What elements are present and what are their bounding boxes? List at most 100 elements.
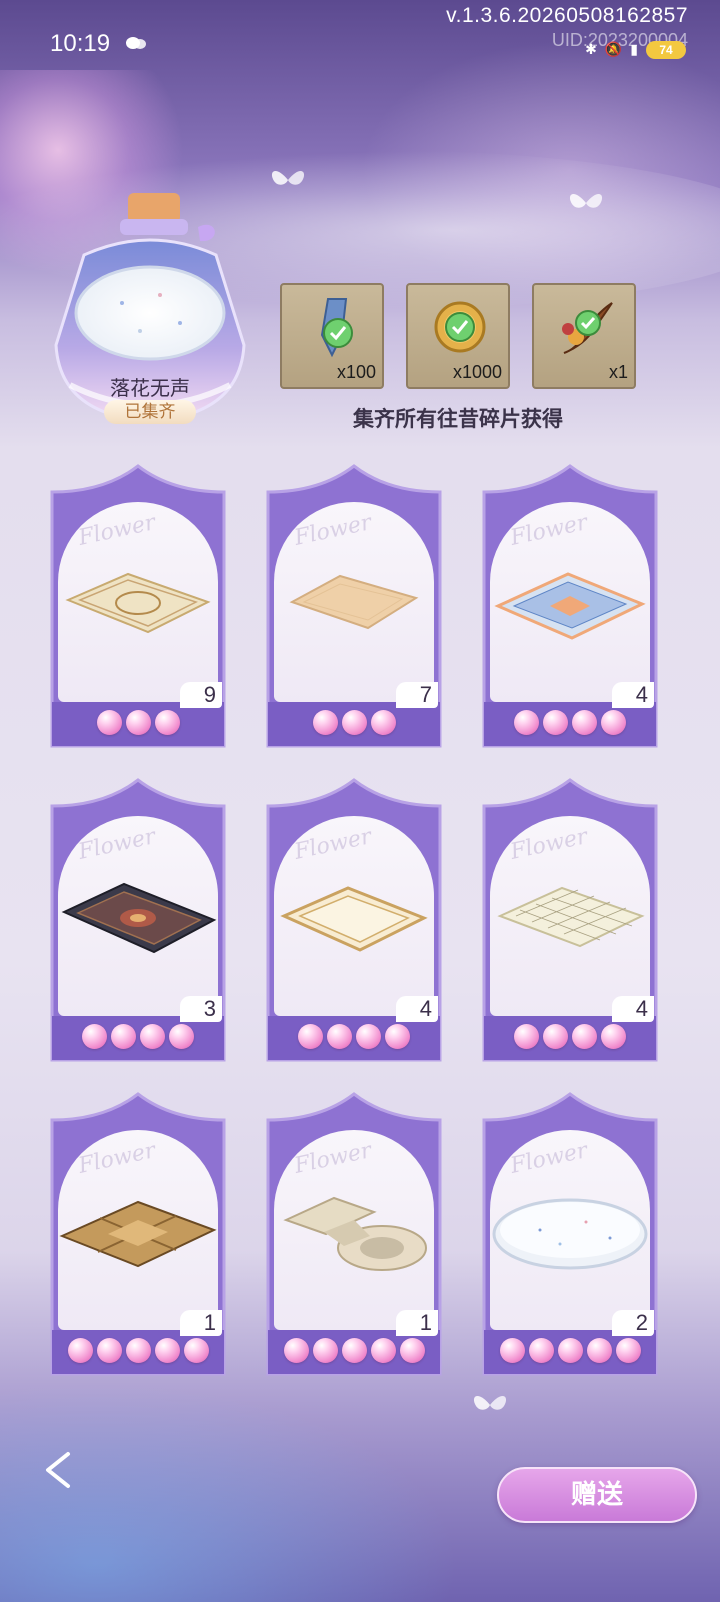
fragment-card[interactable]: Flower 1 <box>44 1090 232 1390</box>
card-art-area: Flower <box>274 1130 434 1330</box>
pearl-icon <box>601 1024 626 1049</box>
card-pearl-row <box>260 1024 448 1054</box>
rewards-caption: 集齐所有往昔碎片获得 <box>353 406 563 431</box>
card-count: 7 <box>396 682 438 708</box>
reward-slot-cornucopia[interactable]: x1 <box>532 283 636 389</box>
pearl-icon <box>572 1024 597 1049</box>
fragment-card[interactable]: Flower 9 <box>44 462 232 762</box>
card-pearl-row <box>44 710 232 740</box>
pearl-icon <box>356 1024 381 1049</box>
pearl-icon <box>154 710 180 735</box>
card-art-area: Flower <box>490 816 650 1016</box>
persian-dark-rug-icon <box>61 882 217 954</box>
reward-quantity: x100 <box>336 362 376 382</box>
card-art-area: Flower <box>274 502 434 702</box>
cornucopia-icon <box>562 302 613 354</box>
status-icons: ✱ 🔕 ▮ 74 <box>585 38 686 62</box>
fragment-card[interactable]: Flower 7 <box>260 462 448 762</box>
pearl-icon <box>399 1338 425 1363</box>
status-time: 10:19 <box>50 30 111 57</box>
card-count: 1 <box>396 1310 438 1336</box>
butterfly-icon <box>271 170 305 185</box>
pearl-icon <box>82 1024 107 1049</box>
pearl-icon <box>341 710 367 735</box>
card-pearl-row <box>260 1338 448 1368</box>
card-art-area: Flower <box>274 816 434 1016</box>
gold-border-rug-icon <box>280 886 428 952</box>
pearl-icon <box>385 1024 410 1049</box>
pearl-icon <box>615 1338 641 1363</box>
pearl-icon <box>601 710 626 735</box>
plain-beige-rug-icon <box>289 574 419 630</box>
card-count: 4 <box>612 682 654 708</box>
pearl-icon <box>370 710 396 735</box>
collection-title: 落花无声 <box>110 376 190 400</box>
butterfly-icon <box>569 193 603 208</box>
blue-tile-pattern-rug-icon <box>494 572 646 640</box>
pearl-icon <box>572 710 597 735</box>
fragment-card[interactable]: Flower 4 <box>260 776 448 1076</box>
pearl-icon <box>298 1024 323 1049</box>
fragment-card[interactable]: Flower 2 <box>476 1090 664 1390</box>
wechat-notification-icon <box>126 37 146 49</box>
card-art-area: Flower <box>58 502 218 702</box>
wooden-floor-panel-icon <box>59 1200 217 1268</box>
pearl-icon <box>370 1338 396 1363</box>
game-screen: 10:19 v.1.3.6.20260508162857 UID:2023200… <box>0 0 720 1602</box>
pearl-icon <box>140 1024 165 1049</box>
pearl-icon <box>154 1338 180 1363</box>
card-count: 3 <box>180 996 222 1022</box>
card-count: 1 <box>180 1310 222 1336</box>
card-art-area: Flower <box>58 1130 218 1330</box>
pearl-icon <box>125 710 151 735</box>
bluetooth-icon: ✱ <box>585 42 597 58</box>
pearl-icon <box>327 1024 352 1049</box>
card-pearl-row <box>44 1338 232 1368</box>
gift-button[interactable]: 赠送 <box>497 1467 697 1523</box>
card-count: 9 <box>180 682 222 708</box>
pearl-icon <box>183 1338 209 1363</box>
card-pearl-row <box>476 1024 664 1054</box>
card-art-area: Flower <box>58 816 218 1016</box>
pearl-icon <box>557 1338 583 1363</box>
pearl-icon <box>543 1024 568 1049</box>
gold-clover-coin-icon <box>434 301 486 353</box>
card-pearl-row <box>476 1338 664 1368</box>
pearl-icon <box>312 1338 338 1363</box>
back-arrow-icon[interactable] <box>38 1448 82 1492</box>
pearl-icon <box>169 1024 194 1049</box>
grid-cream-rug-icon <box>497 886 645 948</box>
mute-icon: 🔕 <box>604 42 623 58</box>
stone-path-floor-icon <box>283 1196 427 1271</box>
pearl-icon <box>111 1024 136 1049</box>
reward-slot-crystal[interactable]: x100 <box>280 283 384 389</box>
pearl-icon <box>586 1338 612 1363</box>
card-art-area: Flower <box>490 502 650 702</box>
ornate-cream-rug-icon <box>65 572 211 634</box>
fragment-card[interactable]: Flower 3 <box>44 776 232 1076</box>
background-bottom-glow <box>0 1382 460 1602</box>
battery-icon: 74 <box>646 41 686 59</box>
reward-quantity: x1 <box>608 362 628 382</box>
pearl-icon <box>312 710 338 735</box>
pearl-icon <box>341 1338 367 1363</box>
blue-crystal-icon <box>320 298 353 358</box>
reward-quantity: x1000 <box>452 362 502 382</box>
pearl-icon <box>514 710 539 735</box>
reward-slot-coin[interactable]: x1000 <box>406 283 510 389</box>
pearl-icon <box>125 1338 151 1363</box>
card-count: 4 <box>612 996 654 1022</box>
round-speckled-rug-icon <box>492 1198 648 1270</box>
collection-status-badge: 已集齐 <box>104 400 196 424</box>
card-count: 4 <box>396 996 438 1022</box>
pearl-icon <box>514 1024 539 1049</box>
fragment-card[interactable]: Flower 4 <box>476 776 664 1076</box>
fragment-card[interactable]: Flower 4 <box>476 462 664 762</box>
pearl-icon <box>528 1338 554 1363</box>
pearl-icon <box>96 710 122 735</box>
card-pearl-row <box>260 710 448 740</box>
pearl-icon <box>543 710 568 735</box>
fragment-card[interactable]: Flower 1 <box>260 1090 448 1390</box>
card-art-area: Flower <box>490 1130 650 1330</box>
card-pearl-row <box>44 1024 232 1054</box>
